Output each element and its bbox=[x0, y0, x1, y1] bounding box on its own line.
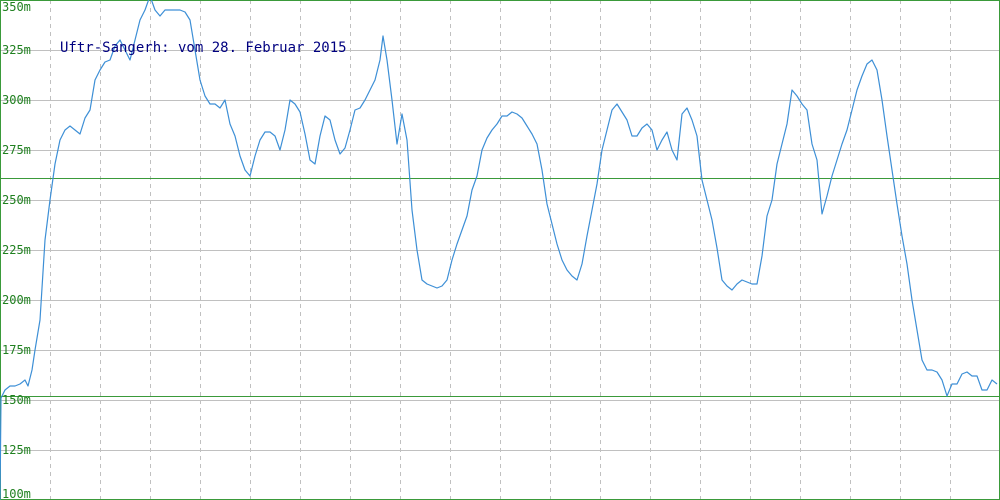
y-tick-label: 200m bbox=[2, 293, 31, 307]
chart-title: Uftr-Sangerh: vom 28. Februar 2015 bbox=[60, 40, 347, 56]
y-tick-label: 300m bbox=[2, 93, 31, 107]
y-tick-label: 125m bbox=[2, 443, 31, 457]
y-tick-label: 275m bbox=[2, 143, 31, 157]
y-tick-label: 225m bbox=[2, 243, 31, 257]
y-axis-ticks: 100m 125m 150m 175m 200m 225m 250m 275m 300m 325m… bbox=[2, 0, 31, 500]
y-tick-label: 250m bbox=[2, 193, 31, 207]
chart-canvas: 100m 125m 150m 175m 200m 225m 250m 275m 300m 325m… bbox=[0, 0, 1000, 500]
gridlines bbox=[0, 0, 1000, 500]
y-tick-label: 350m bbox=[2, 0, 31, 14]
y-tick-label: 100m bbox=[2, 487, 31, 500]
elevation-chart: 100m 125m 150m 175m 200m 225m 250m 275m 300m 325m… bbox=[0, 0, 1000, 500]
y-tick-label: 150m bbox=[2, 393, 31, 407]
y-tick-label: 325m bbox=[2, 43, 31, 57]
y-tick-label: 175m bbox=[2, 343, 31, 357]
